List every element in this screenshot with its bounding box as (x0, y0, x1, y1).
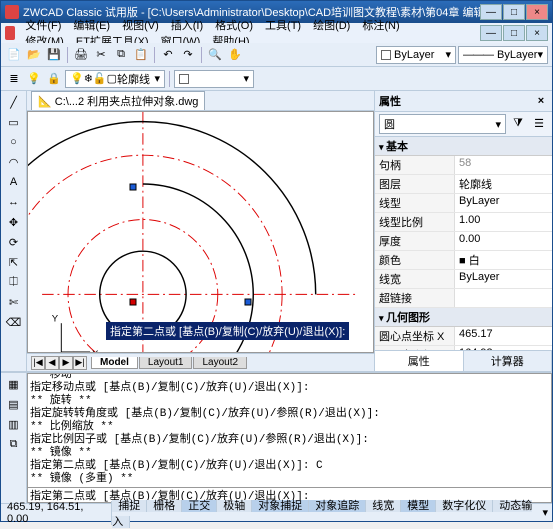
status-toggle[interactable]: 数字化仪 (436, 500, 493, 512)
move-tool[interactable]: ✥ (5, 213, 23, 231)
dynamic-prompt: 指定第二点或 [基点(B)/复制(C)/放弃(U)/退出(X)]: (106, 322, 349, 340)
rotate-tool[interactable]: ⟳ (5, 233, 23, 251)
status-toggle[interactable]: 对象捕捉 (252, 500, 309, 512)
dim-tool[interactable]: ↔ (5, 193, 23, 211)
open-button[interactable]: 📂 (25, 46, 43, 64)
save-button[interactable]: 💾 (45, 46, 63, 64)
cut-button[interactable]: ✂ (92, 46, 110, 64)
arc-tool[interactable]: ◠ (5, 153, 23, 171)
left-toolbar: ╱ ▭ ○ ◠ A ↔ ✥ ⟳ ⇱ ⎅ ✄ ⌫ (1, 91, 27, 371)
toolbar-layers: ≣ 💡 🔒 💡❄🔓▢ 轮廓线▾ ▾ (1, 67, 552, 91)
status-coordinates[interactable]: 465.19, 164.51, 0.00 (1, 501, 112, 525)
doc-close-button[interactable]: × (526, 25, 548, 41)
status-bar: 465.19, 164.51, 0.00 捕捉栅格正交极轴对象捕捉对象追踪线宽模… (1, 503, 552, 521)
properties-panel: 属性 × 圆▾ ⧩ ☰ 基本句柄58图层轮廓线线型ByLayer线型比例1.00厚… (374, 91, 552, 371)
linetype-combo[interactable]: ———ByLayer▾ (458, 46, 548, 64)
cmd-tool-3[interactable]: ▥ (5, 415, 23, 433)
erase-tool[interactable]: ⌫ (5, 313, 23, 331)
color-combo[interactable]: ByLayer▾ (376, 46, 456, 64)
object-type-combo[interactable]: 圆▾ (379, 114, 506, 134)
prop-row[interactable]: 厚度0.00 (375, 232, 552, 251)
undo-button[interactable]: ↶ (159, 46, 177, 64)
layout-tab[interactable]: Layout1 (139, 357, 193, 369)
close-button[interactable]: × (526, 4, 548, 20)
prop-row[interactable]: 线型ByLayer (375, 194, 552, 213)
prop-section[interactable]: 几何图形 (375, 308, 552, 327)
menu-item[interactable]: 标注(N) (356, 20, 405, 32)
app-icon (5, 5, 19, 19)
layer-manager-button[interactable]: ≣ (5, 70, 23, 88)
svg-text:Y: Y (52, 313, 59, 324)
prop-row[interactable]: 圆心点坐标 X465.17 (375, 327, 552, 346)
redo-button[interactable]: ↷ (179, 46, 197, 64)
mirror-tool[interactable]: ⎅ (5, 273, 23, 291)
doc-min-button[interactable]: — (480, 25, 502, 41)
cmd-tool-2[interactable]: ▤ (5, 395, 23, 413)
layout-nav[interactable]: |◀◀▶▶| (31, 356, 87, 370)
tab-calculator[interactable]: 计算器 (464, 351, 553, 371)
menu-item[interactable]: 绘图(D) (307, 20, 356, 32)
menu-item[interactable]: 格式(O) (209, 20, 259, 32)
prop-section[interactable]: 基本 (375, 137, 552, 156)
toolbar-standard: 📄 📂 💾 🖨 ✂ ⧉ 📋 ↶ ↷ 🔍 ✋ ByLayer▾ ———ByLaye… (1, 43, 552, 67)
prop-row[interactable]: 图层轮廓线 (375, 175, 552, 194)
command-history[interactable]: 命令:另一角点:命令:另一角点:命令:** 拉伸 **指定拉伸点或 [基点(B)… (27, 373, 552, 488)
layer-combo[interactable]: 💡❄🔓▢ 轮廓线▾ (65, 70, 165, 88)
cmd-tool-4[interactable]: ⧉ (5, 435, 23, 453)
status-toggle[interactable]: 线宽 (366, 500, 401, 512)
line-tool[interactable]: ╱ (5, 93, 23, 111)
status-toggle[interactable]: 正交 (182, 500, 217, 512)
rect-tool[interactable]: ▭ (5, 113, 23, 131)
grip-top[interactable] (130, 184, 137, 191)
layer-lock-icon[interactable]: 🔒 (45, 70, 63, 88)
menu-item[interactable]: 工具(T) (259, 20, 307, 32)
grip-right[interactable] (245, 299, 252, 306)
app-menu-icon[interactable] (5, 26, 15, 40)
status-tray-icon[interactable]: ▾ (538, 506, 552, 519)
print-button[interactable]: 🖨 (72, 46, 90, 64)
status-toggle[interactable]: 极轴 (217, 500, 252, 512)
menu-item[interactable]: 编辑(E) (67, 20, 116, 32)
drawing-canvas[interactable]: Y X 指定第二点或 [基点(B)/复制(C)/放弃(U)/退出(X)]: (27, 111, 374, 353)
layout-tab[interactable]: Model (91, 357, 138, 369)
svg-text:X: X (92, 349, 99, 352)
prop-row[interactable]: 线宽ByLayer (375, 270, 552, 289)
copy-button[interactable]: ⧉ (112, 46, 130, 64)
status-toggle[interactable]: 对象追踪 (309, 500, 366, 512)
layer-bulb-icon[interactable]: 💡 (25, 70, 43, 88)
menu-item[interactable]: 文件(F) (19, 20, 67, 32)
cmd-side-toolbar: ▦ ▤ ▥ ⧉ (1, 373, 27, 503)
zoom-button[interactable]: 🔍 (206, 46, 224, 64)
paste-button[interactable]: 📋 (132, 46, 150, 64)
menu-bar: 文件(F)编辑(E)视图(V)插入(I)格式(O)工具(T)绘图(D)标注(N)… (1, 23, 552, 43)
panel-title: 属性 (379, 93, 401, 109)
grip-center[interactable] (130, 299, 137, 306)
menu-item[interactable]: 视图(V) (116, 20, 165, 32)
status-toggle[interactable]: 模型 (401, 500, 436, 512)
prop-row[interactable]: 句柄58 (375, 156, 552, 175)
circle-tool[interactable]: ○ (5, 133, 23, 151)
status-toggle[interactable]: 栅格 (147, 500, 182, 512)
panel-close-button[interactable]: × (534, 95, 548, 107)
doc-max-button[interactable]: □ (503, 25, 525, 41)
color-combo-2[interactable]: ▾ (174, 70, 254, 88)
prop-row[interactable]: 超链接 (375, 289, 552, 308)
pan-button[interactable]: ✋ (226, 46, 244, 64)
filter-button[interactable]: ⧩ (509, 114, 527, 132)
cmd-tool-1[interactable]: ▦ (5, 375, 23, 393)
new-button[interactable]: 📄 (5, 46, 23, 64)
tab-properties[interactable]: 属性 (375, 351, 464, 371)
scale-tool[interactable]: ⇱ (5, 253, 23, 271)
max-button[interactable]: □ (503, 4, 525, 20)
min-button[interactable]: — (480, 4, 502, 20)
prop-row[interactable]: 颜色■ 白 (375, 251, 552, 270)
menu-item[interactable]: 插入(I) (165, 20, 209, 32)
layout-tab[interactable]: Layout2 (193, 357, 247, 369)
status-toggle[interactable]: 捕捉 (112, 500, 147, 512)
toggle-button[interactable]: ☰ (530, 114, 548, 132)
doc-tab[interactable]: 📐 C:\...2 利用夹点拉伸对象.dwg (31, 91, 205, 110)
text-tool[interactable]: A (5, 173, 23, 191)
trim-tool[interactable]: ✄ (5, 293, 23, 311)
prop-row[interactable]: 线型比例1.00 (375, 213, 552, 232)
